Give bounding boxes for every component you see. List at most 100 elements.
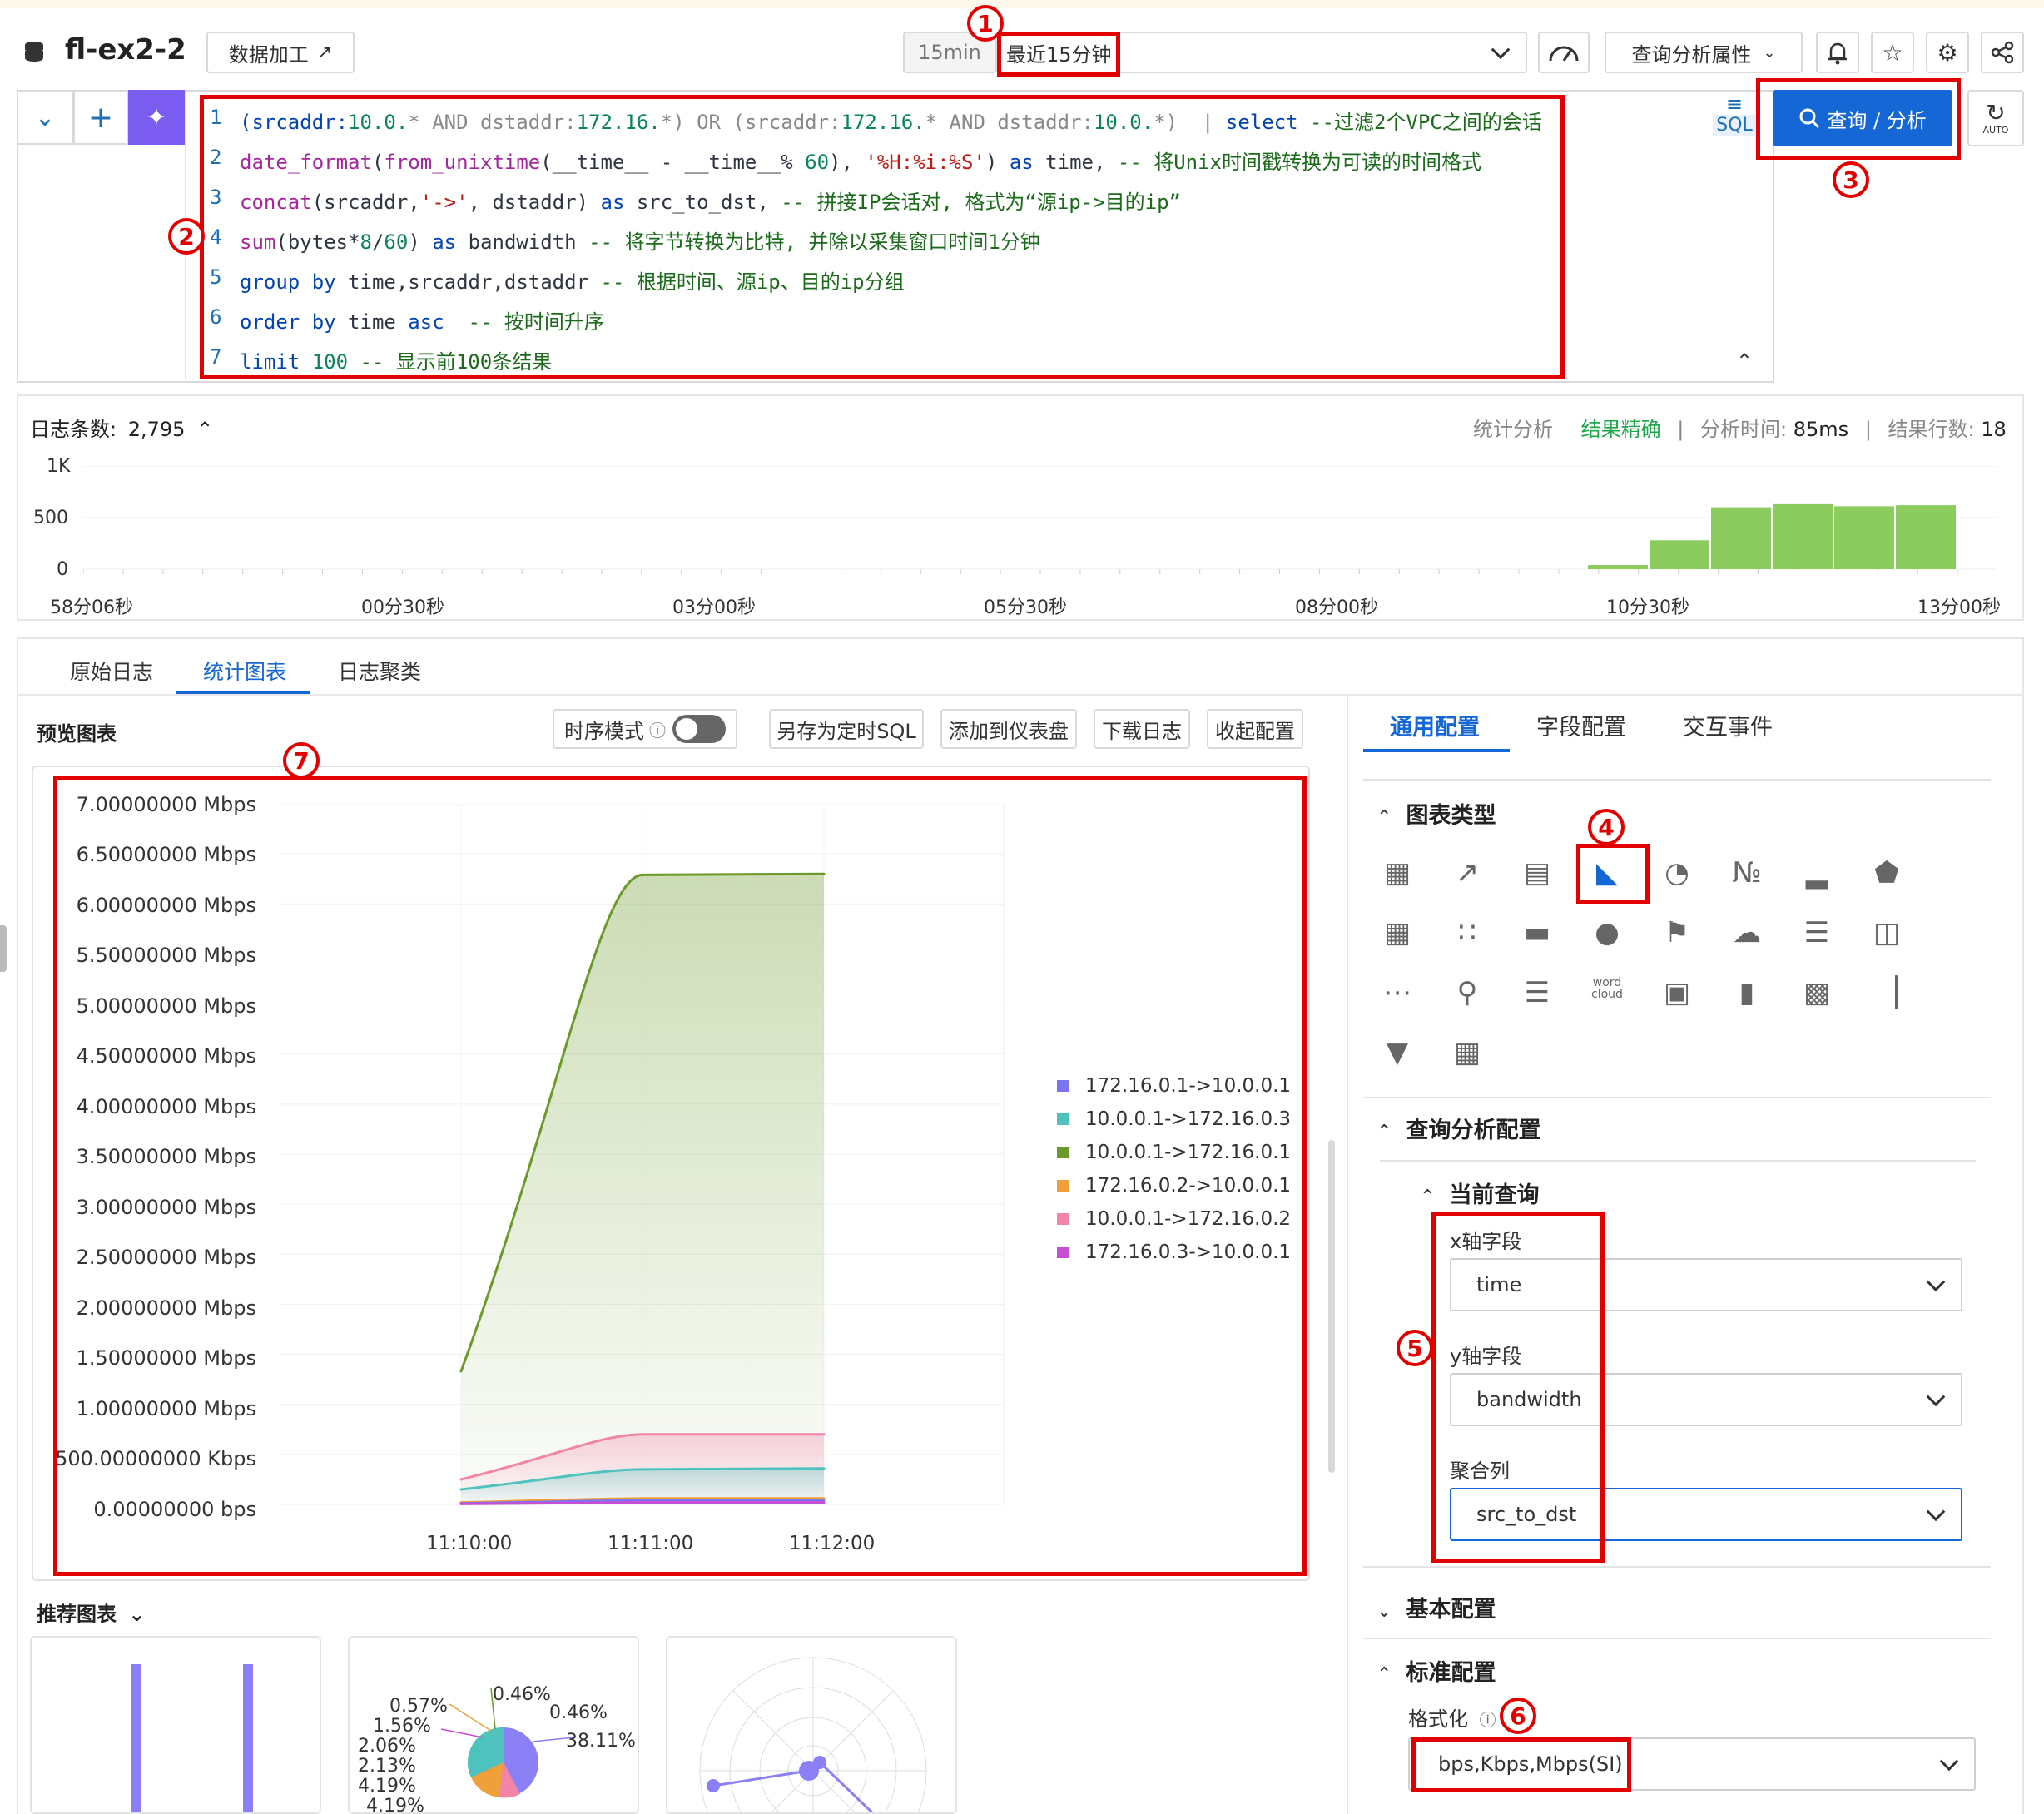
treemap-icon[interactable]: ▩ bbox=[1798, 974, 1836, 1012]
auto-refresh-button[interactable]: ↻ AUTO bbox=[1967, 90, 2024, 146]
china-map-icon[interactable]: ▬ bbox=[1518, 914, 1556, 952]
format-select[interactable]: bps,Kbps,Mbps(SI) bbox=[1408, 1737, 1976, 1791]
series-point[interactable] bbox=[459, 1478, 463, 1481]
section-query-config[interactable]: ⌃ 查询分析配置 bbox=[1377, 1112, 1541, 1144]
histogram-bar[interactable] bbox=[1773, 503, 1833, 569]
world-map-icon[interactable]: ● bbox=[1588, 914, 1626, 952]
table-chart-icon[interactable]: ▦ bbox=[1378, 854, 1416, 892]
query-properties-button[interactable]: 查询分析属性 ⌄ bbox=[1605, 32, 1803, 73]
sql-mode-toggle[interactable]: ≡ SQL bbox=[1713, 93, 1756, 146]
query-line-5[interactable]: group by time,srcaddr,dstaddr -- 根据时间、源i… bbox=[240, 265, 905, 295]
add-to-dashboard-button[interactable]: 添加到仪表盘 bbox=[940, 709, 1077, 749]
editor-collapse-icon[interactable]: ⌃ bbox=[1736, 349, 1753, 373]
speed-gauge-button[interactable] bbox=[1538, 32, 1590, 73]
stats-label[interactable]: 统计分析 bbox=[1473, 418, 1553, 441]
series-point[interactable] bbox=[641, 1468, 644, 1471]
tab-stats-chart[interactable]: 统计图表 bbox=[203, 656, 286, 686]
sankey-icon[interactable]: ◫ bbox=[1868, 914, 1906, 952]
query-line-7[interactable]: limit 100 -- 显示前100条结果 bbox=[240, 345, 552, 374]
add-button[interactable]: + bbox=[73, 90, 128, 145]
line-chart-icon[interactable]: ↗ bbox=[1448, 854, 1486, 892]
wordcloud-icon[interactable]: word cloud bbox=[1586, 977, 1628, 1000]
area-chart[interactable] bbox=[280, 804, 1012, 1521]
cross-table-icon[interactable]: ▦ bbox=[1378, 914, 1416, 952]
section-standard-config[interactable]: ⌃ 标准配置 bbox=[1377, 1654, 1496, 1687]
section-basic-config[interactable]: ⌄ 基本配置 bbox=[1377, 1591, 1496, 1623]
funnel-icon[interactable]: ▼ bbox=[1378, 1033, 1416, 1072]
query-analyze-button[interactable]: 查询 / 分析 bbox=[1773, 90, 1952, 146]
side-drag-handle[interactable] bbox=[0, 925, 7, 972]
series-point[interactable] bbox=[459, 1502, 463, 1505]
vertical-scrollbar[interactable] bbox=[1328, 1140, 1335, 1473]
recommend-card-pie[interactable]: 0.46% 0.57% 0.46% 1.56% 38.11% 2.06% 2.1… bbox=[348, 1636, 639, 1814]
y-field-select[interactable]: bandwidth bbox=[1450, 1373, 1962, 1426]
aggregate-select[interactable]: src_to_dst bbox=[1450, 1488, 1962, 1541]
legend-item[interactable]: 10.0.0.1->172.16.0.1 bbox=[1057, 1142, 1291, 1163]
tab-general-config[interactable]: 通用配置 bbox=[1390, 709, 1480, 741]
share-button[interactable] bbox=[1981, 32, 2024, 73]
series-point[interactable] bbox=[459, 1370, 463, 1373]
tab-raw-logs[interactable]: 原始日志 bbox=[70, 656, 153, 686]
legend-item[interactable]: 172.16.0.2->10.0.0.1 bbox=[1057, 1175, 1291, 1197]
series-point[interactable] bbox=[822, 1433, 826, 1436]
x-field-select[interactable]: time bbox=[1450, 1258, 1962, 1311]
series-point[interactable] bbox=[641, 873, 644, 876]
topology-icon[interactable]: ▣ bbox=[1658, 974, 1696, 1012]
bar-list-icon[interactable]: ☰ bbox=[1518, 974, 1556, 1012]
tab-field-config[interactable]: 字段配置 bbox=[1536, 709, 1626, 741]
series-point[interactable] bbox=[822, 1467, 826, 1470]
legend-item[interactable]: 172.16.0.3->10.0.0.1 bbox=[1057, 1242, 1291, 1263]
legend-item[interactable]: 10.0.0.1->172.16.0.3 bbox=[1057, 1108, 1291, 1130]
location-pin-icon[interactable]: ⚲ bbox=[1448, 974, 1486, 1012]
query-line-3[interactable]: concat(srcaddr,'->', dstaddr) as src_to_… bbox=[240, 186, 1181, 215]
column-icon[interactable]: ▮ bbox=[1728, 974, 1766, 1012]
single-value-icon[interactable]: № bbox=[1728, 854, 1766, 892]
settings-button[interactable]: ⚙ bbox=[1926, 32, 1969, 73]
section-chart-type[interactable]: ⌃ 图表类型 bbox=[1377, 797, 1496, 830]
help-icon[interactable]: ⓘ bbox=[1480, 1710, 1496, 1730]
tab-log-clustering[interactable]: 日志聚类 bbox=[338, 656, 421, 686]
timeseries-toggle[interactable] bbox=[672, 715, 726, 743]
query-line-4[interactable]: sum(bytes*8/60) as bandwidth -- 将字节转换为比特… bbox=[240, 226, 1040, 255]
candlestick-icon[interactable]: ▕ bbox=[1868, 974, 1906, 1012]
alert-bell-button[interactable] bbox=[1816, 32, 1859, 73]
series-point[interactable] bbox=[822, 1501, 826, 1504]
collapse-history-button[interactable]: ⌄ bbox=[17, 90, 73, 145]
query-line-1[interactable]: (srcaddr:10.0.* AND dstaddr:172.16.*) OR… bbox=[240, 106, 1542, 135]
amap-icon[interactable]: ☁ bbox=[1728, 914, 1766, 952]
download-logs-button[interactable]: 下载日志 bbox=[1094, 709, 1190, 749]
timeseries-mode-control[interactable]: 时序模式 ⓘ bbox=[553, 709, 737, 749]
ai-assist-button[interactable]: ✦ bbox=[128, 90, 185, 145]
pie-chart-icon[interactable]: ◔ bbox=[1658, 854, 1696, 892]
series-point[interactable] bbox=[641, 1433, 644, 1436]
recommend-title[interactable]: 推荐图表 ⌄ bbox=[37, 1598, 145, 1627]
time-range-select[interactable]: 最近15分钟 bbox=[996, 32, 1527, 73]
list-table-icon[interactable]: ▦ bbox=[1448, 1033, 1486, 1072]
map-marker-icon[interactable]: ⚑ bbox=[1658, 914, 1696, 952]
series-point[interactable] bbox=[459, 1488, 463, 1491]
query-line-2[interactable]: date_format(from_unixtime(__time__ - __t… bbox=[240, 146, 1481, 175]
histogram-bar[interactable] bbox=[1896, 505, 1956, 569]
scatter-chart-icon[interactable]: ∷ bbox=[1448, 914, 1486, 952]
bar-chart-icon[interactable]: ▤ bbox=[1518, 854, 1556, 892]
series-point[interactable] bbox=[822, 872, 826, 875]
progress-bar-icon[interactable]: ☰ bbox=[1798, 914, 1836, 952]
histogram-bar[interactable] bbox=[1650, 540, 1709, 569]
histogram-icon[interactable]: ▂ bbox=[1798, 854, 1836, 892]
recommend-card-bar[interactable] bbox=[30, 1636, 321, 1814]
favorite-button[interactable]: ☆ bbox=[1871, 32, 1914, 73]
flow-chart-icon[interactable]: ⋯ bbox=[1378, 974, 1416, 1012]
data-processing-button[interactable]: 数据加工 ↗ bbox=[206, 32, 355, 73]
collapse-config-button[interactable]: 收起配置 bbox=[1207, 709, 1303, 749]
legend-item[interactable]: 10.0.0.1->172.16.0.2 bbox=[1057, 1208, 1291, 1230]
recommend-card-radar[interactable] bbox=[666, 1636, 957, 1814]
query-line-6[interactable]: order by time asc -- 按时间升序 bbox=[240, 305, 604, 335]
legend-item[interactable]: 172.16.0.1->10.0.0.1 bbox=[1057, 1075, 1291, 1097]
area-chart-icon[interactable]: ◣ bbox=[1588, 854, 1626, 892]
section-current-query[interactable]: ⌃ 当前查询 bbox=[1420, 1177, 1540, 1209]
histogram-bar[interactable] bbox=[1588, 565, 1648, 569]
log-count[interactable]: 日志条数: 2,795 ⌃ bbox=[30, 413, 213, 442]
radar-chart-icon[interactable]: ⬟ bbox=[1868, 854, 1906, 892]
tab-interaction-events[interactable]: 交互事件 bbox=[1683, 709, 1773, 741]
histogram-chart[interactable] bbox=[83, 466, 1997, 599]
